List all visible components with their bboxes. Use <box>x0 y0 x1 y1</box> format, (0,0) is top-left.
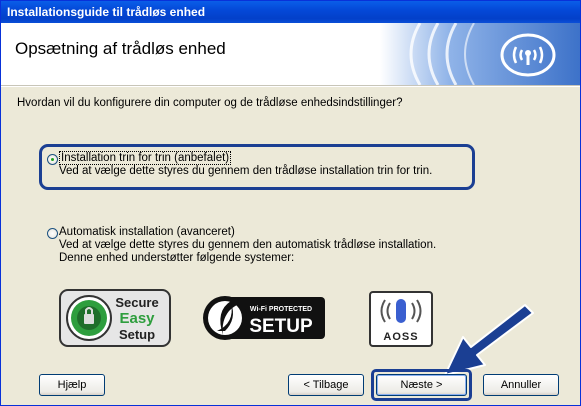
aoss-text: AOSS <box>383 331 418 343</box>
wps-top-text: Wi-Fi PROTECTED <box>250 306 312 313</box>
ses-line1: Secure <box>115 295 158 310</box>
aoss-logo: AOSS <box>369 291 433 347</box>
help-button[interactable]: Hjælp <box>39 374 105 396</box>
window-title: Installationsguide til trådløs enhed <box>1 1 580 23</box>
ses-line3: Setup <box>119 327 155 342</box>
radio-automatic[interactable] <box>47 228 58 239</box>
page-title: Opsætning af trådløs enhed <box>15 39 226 58</box>
back-button[interactable]: < Tilbage <box>288 374 364 396</box>
wifi-protected-setup-logo: Wi-Fi PROTECTED SETUP <box>203 296 325 340</box>
option-step-by-step-label: Installation trin for trin (anbefalet) <box>59 151 232 165</box>
secure-easy-setup-logo: Secure Easy Setup <box>59 289 171 347</box>
option-automatic-description: Ved at vælge dette styres du gennem den … <box>59 239 437 251</box>
option-step-by-step[interactable]: Installation trin for trin (anbefalet) V… <box>59 151 433 178</box>
wireless-signal-icon <box>380 23 580 85</box>
question-text: Hvordan vil du konfigurere din computer … <box>17 97 403 109</box>
option-step-by-step-description: Ved at vælge dette styres du gennem den … <box>59 165 433 177</box>
option-automatic-description-systems: Denne enhed understøtter følgende system… <box>59 252 295 264</box>
option-automatic[interactable]: Automatisk installation (avanceret) Ved … <box>59 226 436 265</box>
header-divider <box>1 85 580 87</box>
cancel-button[interactable]: Annuller <box>483 374 559 396</box>
wizard-header: Opsætning af trådløs enhed <box>1 23 580 85</box>
installer-window: Installationsguide til trådløs enhed Ops… <box>0 0 581 406</box>
radio-step-by-step[interactable] <box>47 154 58 165</box>
next-button[interactable]: Næste > <box>376 374 467 396</box>
ses-line2: Easy <box>119 310 155 327</box>
option-automatic-label: Automatisk installation (avanceret) <box>59 226 235 238</box>
wps-main-text: SETUP <box>249 316 313 337</box>
